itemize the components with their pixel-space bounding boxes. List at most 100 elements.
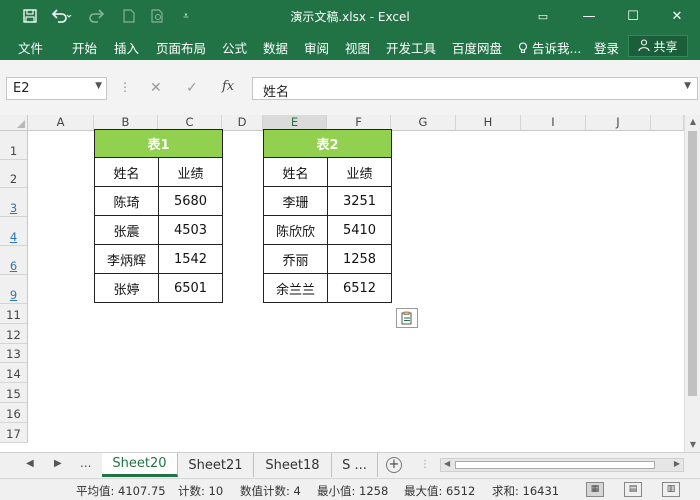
row-header-17[interactable]: 17 [0, 423, 28, 443]
table1-header-name[interactable]: 姓名 [94, 157, 159, 187]
sheet-tab-sheet21[interactable]: Sheet21 [178, 453, 254, 477]
row-header-2[interactable]: 2 [0, 160, 28, 188]
formula-bar-grip[interactable]: ⋮ [119, 80, 131, 94]
row-header-11[interactable]: 11 [0, 304, 28, 324]
worksheet-grid[interactable]: A B C D E F G H I J 1 2 3 4 6 9 11 12 13… [0, 115, 700, 452]
select-all-button[interactable] [0, 115, 28, 131]
table1-cell[interactable]: 5680 [158, 186, 223, 216]
table2-cell[interactable]: 乔丽 [263, 244, 328, 274]
horizontal-scrollbar[interactable]: ◀ ▶ [440, 458, 684, 472]
tab-data[interactable]: 数据 [263, 38, 288, 57]
table1-cell[interactable]: 4503 [158, 215, 223, 245]
formula-bar-area: E2 ▼ ⋮ ✕ ✓ fx 姓名 ▼ [0, 60, 700, 115]
status-min: 最小值: 1258 [317, 484, 389, 498]
row-header-1[interactable]: 1 [0, 131, 28, 160]
row-header-9[interactable]: 9 [0, 275, 28, 304]
tab-developer[interactable]: 开发工具 [386, 38, 436, 57]
sheet-tab-sheet20[interactable]: Sheet20 [102, 453, 178, 477]
row-header-3[interactable]: 3 [0, 188, 28, 217]
tab-review[interactable]: 审阅 [304, 38, 329, 57]
table1-cell[interactable]: 张婷 [94, 273, 159, 303]
row-header-15[interactable]: 15 [0, 383, 28, 403]
scroll-down-icon[interactable]: ▼ [685, 438, 700, 452]
tell-me-search[interactable]: 告诉我... [518, 38, 581, 57]
enter-icon[interactable]: ✓ [186, 80, 198, 96]
tab-file[interactable]: 文件 [18, 38, 43, 57]
column-header-h[interactable]: H [456, 115, 521, 131]
normal-view-icon[interactable]: ▦ [586, 482, 604, 497]
table2-header-name[interactable]: 姓名 [263, 157, 328, 187]
column-header-a[interactable]: A [28, 115, 94, 131]
formula-content: 姓名 [263, 85, 290, 100]
close-button[interactable]: ✕ [662, 5, 692, 27]
table2-cell[interactable]: 余兰兰 [263, 273, 328, 303]
table2-cell[interactable]: 李珊 [263, 186, 328, 216]
title-bar: ⩡ 演示文稿.xlsx - Excel ▭ — ☐ ✕ [0, 0, 700, 32]
scroll-right-icon[interactable]: ▶ [674, 459, 680, 468]
ribbon-tabs: 文件 开始 插入 页面布局 公式 数据 审阅 视图 开发工具 百度网盘 告诉我.… [0, 32, 700, 60]
table1-header-score[interactable]: 业绩 [158, 157, 223, 187]
row-header-4[interactable]: 4 [0, 217, 28, 246]
table2-cell[interactable]: 陈欣欣 [263, 215, 328, 245]
paste-options-icon[interactable] [396, 308, 418, 328]
next-sheet-icon[interactable]: ▶ [54, 458, 62, 469]
row-header-13[interactable]: 13 [0, 344, 28, 363]
add-sheet-icon[interactable]: + [386, 457, 402, 473]
formula-input[interactable]: 姓名 ▼ [252, 77, 698, 100]
tab-view[interactable]: 视图 [345, 38, 370, 57]
table2-title[interactable]: 表2 [263, 129, 392, 158]
table1-cell[interactable]: 陈琦 [94, 186, 159, 216]
row-header-16[interactable]: 16 [0, 403, 28, 423]
table2-cell[interactable]: 3251 [327, 186, 392, 216]
table1-cell[interactable]: 李炳辉 [94, 244, 159, 274]
person-icon [638, 38, 651, 54]
table2-cell[interactable]: 6512 [327, 273, 392, 303]
table1-cell[interactable]: 6501 [158, 273, 223, 303]
column-header-i[interactable]: I [521, 115, 586, 131]
scroll-left-icon[interactable]: ◀ [444, 459, 450, 468]
column-header-partial [651, 115, 684, 131]
prev-sheet-icon[interactable]: ◀ [26, 458, 34, 469]
horizontal-scroll-thumb[interactable] [455, 461, 655, 469]
insert-function-button[interactable]: fx [222, 79, 234, 94]
status-max: 最大值: 6512 [404, 484, 476, 498]
table1-title[interactable]: 表1 [94, 129, 223, 158]
sheet-tab-sheet18[interactable]: Sheet18 [254, 453, 332, 477]
tab-home[interactable]: 开始 [72, 38, 97, 57]
more-sheets-button[interactable]: ... [80, 456, 91, 470]
ribbon-display-options-icon[interactable]: ▭ [528, 5, 558, 27]
tab-page-layout[interactable]: 页面布局 [156, 38, 206, 57]
login-link[interactable]: 登录 [594, 38, 619, 57]
name-box[interactable]: E2 ▼ [6, 77, 107, 100]
sheet-tab-overflow[interactable]: S ... [332, 453, 378, 477]
page-break-view-icon[interactable]: ▥ [662, 482, 680, 497]
lightbulb-icon [518, 41, 532, 56]
table2-header-score[interactable]: 业绩 [327, 157, 392, 187]
row-header-14[interactable]: 14 [0, 363, 28, 383]
column-header-d[interactable]: D [222, 115, 263, 131]
tab-formulas[interactable]: 公式 [222, 38, 247, 57]
tab-split-handle[interactable]: ⋮ [420, 459, 430, 470]
share-button[interactable]: 共享 [628, 35, 688, 57]
column-header-g[interactable]: G [391, 115, 456, 131]
table1-cell[interactable]: 1542 [158, 244, 223, 274]
restore-button[interactable]: ☐ [618, 5, 648, 27]
table2-cell[interactable]: 1258 [327, 244, 392, 274]
cancel-icon[interactable]: ✕ [150, 80, 162, 96]
row-header-6[interactable]: 6 [0, 246, 28, 275]
column-header-j[interactable]: J [586, 115, 651, 131]
table2-cell[interactable]: 5410 [327, 215, 392, 245]
vertical-scroll-thumb[interactable] [688, 131, 697, 396]
share-label: 共享 [653, 39, 678, 54]
chevron-down-icon[interactable]: ▼ [95, 81, 102, 91]
name-box-value: E2 [13, 81, 30, 96]
tab-insert[interactable]: 插入 [114, 38, 139, 57]
expand-formula-bar-icon[interactable]: ▼ [684, 81, 691, 91]
table1-cell[interactable]: 张震 [94, 215, 159, 245]
minimize-button[interactable]: — [574, 5, 604, 27]
scroll-up-icon[interactable]: ▲ [685, 115, 700, 129]
page-layout-view-icon[interactable]: ▤ [624, 482, 642, 497]
vertical-scrollbar[interactable]: ▲ ▼ [684, 115, 700, 452]
tab-baidu-netdisk[interactable]: 百度网盘 [452, 38, 502, 57]
row-header-12[interactable]: 12 [0, 324, 28, 344]
